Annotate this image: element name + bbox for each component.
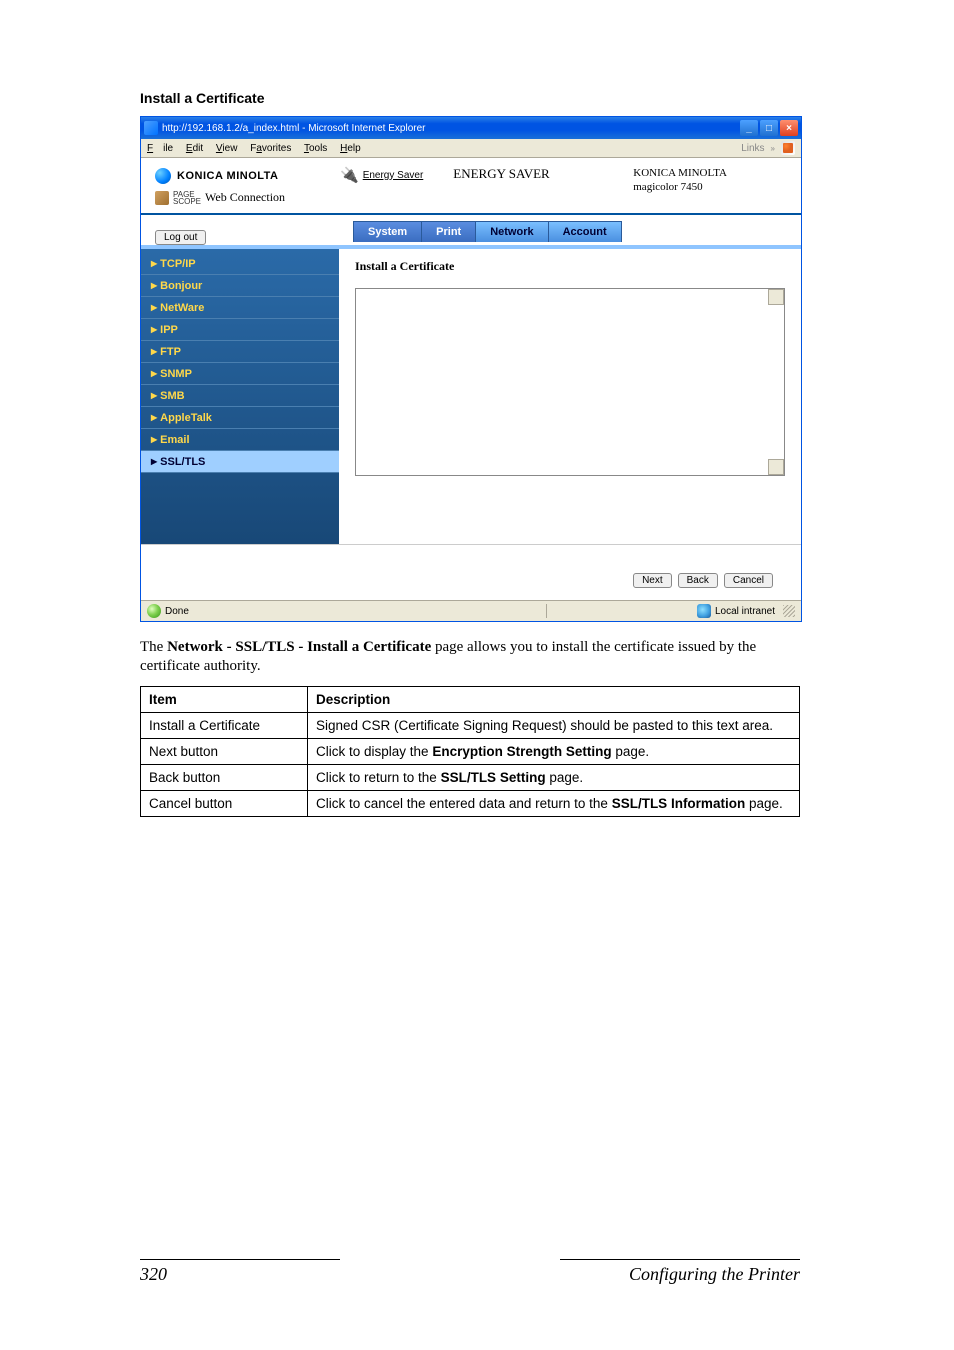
menu-help[interactable]: Help <box>340 143 361 154</box>
device-info: KONICA MINOLTA magicolor 7450 <box>633 166 787 205</box>
power-icon: 🔌 <box>340 166 359 184</box>
menu-file[interactable]: File <box>147 143 173 154</box>
links-label[interactable]: Links <box>741 143 764 154</box>
table-row: Next button Click to display the Encrypt… <box>141 739 800 765</box>
sidebar-item-netware[interactable]: ▶NetWare <box>141 297 339 319</box>
arrow-icon: ▶ <box>151 259 157 268</box>
tab-network[interactable]: Network <box>475 221 548 242</box>
window-titlebar: http://192.168.1.2/a_index.html - Micros… <box>141 117 801 139</box>
menubar: File Edit View Favorites Tools Help Link… <box>141 139 801 158</box>
done-icon <box>147 604 161 618</box>
sidebar-item-ipp[interactable]: ▶IPP <box>141 319 339 341</box>
arrow-icon: ▶ <box>151 347 157 356</box>
arrow-icon: ▶ <box>151 413 157 422</box>
arrow-icon: ▶ <box>151 303 157 312</box>
footer-section-title: Configuring the Printer <box>629 1264 800 1285</box>
sidebar-item-bonjour[interactable]: ▶Bonjour <box>141 275 339 297</box>
sidebar: ▶TCP/IP ▶Bonjour ▶NetWare ▶IPP ▶FTP ▶SNM… <box>141 249 339 544</box>
arrow-icon: ▶ <box>151 457 157 466</box>
statusbar: Done Local intranet <box>141 600 801 621</box>
energy-saver-link-text: Energy Saver <box>363 170 424 181</box>
page-title: Install a Certificate <box>355 259 785 274</box>
brand-logo: KONICA MINOLTA <box>177 170 279 182</box>
minimize-button[interactable]: _ <box>740 120 758 136</box>
energy-saver-title: ENERGY SAVER <box>453 166 549 182</box>
scroll-up-icon[interactable] <box>768 289 784 305</box>
tab-print[interactable]: Print <box>421 221 476 242</box>
window-title: http://192.168.1.2/a_index.html - Micros… <box>162 123 425 134</box>
ie-logo-icon <box>144 121 158 135</box>
energy-saver-button[interactable]: 🔌 Energy Saver <box>340 166 423 184</box>
back-button[interactable]: Back <box>678 573 718 588</box>
status-zone: Local intranet <box>715 606 775 617</box>
arrow-icon: ▶ <box>151 391 157 400</box>
menu-view[interactable]: View <box>216 143 238 154</box>
status-text: Done <box>165 606 189 617</box>
table-header-desc: Description <box>308 687 800 713</box>
scroll-down-icon[interactable] <box>768 459 784 475</box>
table-row: Cancel button Click to cancel the entere… <box>141 791 800 817</box>
table-header-item: Item <box>141 687 308 713</box>
sidebar-item-email[interactable]: ▶Email <box>141 429 339 451</box>
ie-window: http://192.168.1.2/a_index.html - Micros… <box>140 116 802 622</box>
item-description-table: Item Description Install a Certificate S… <box>140 686 800 817</box>
pagescope-label: PAGESCOPE <box>173 191 201 205</box>
sidebar-item-appletalk[interactable]: ▶AppleTalk <box>141 407 339 429</box>
arrow-icon: ▶ <box>151 325 157 334</box>
menu-tools[interactable]: Tools <box>304 143 327 154</box>
cancel-button[interactable]: Cancel <box>724 573 773 588</box>
links-chevron-icon[interactable]: » <box>771 144 775 153</box>
section-title: Install a Certificate <box>140 90 814 106</box>
sidebar-item-smb[interactable]: ▶SMB <box>141 385 339 407</box>
maximize-button[interactable]: □ <box>760 120 778 136</box>
logout-button[interactable]: Log out <box>155 230 206 245</box>
resize-grip-icon[interactable] <box>783 605 795 617</box>
sidebar-item-ssltls[interactable]: ▶SSL/TLS <box>141 451 339 473</box>
certificate-textarea[interactable] <box>355 288 785 476</box>
sidebar-item-snmp[interactable]: ▶SNMP <box>141 363 339 385</box>
arrow-icon: ▶ <box>151 281 157 290</box>
menu-edit[interactable]: Edit <box>186 143 203 154</box>
web-connection-label: Web Connection <box>205 190 285 205</box>
page-number: 320 <box>140 1264 167 1285</box>
table-row: Back button Click to return to the SSL/T… <box>141 765 800 791</box>
close-button[interactable]: × <box>780 120 798 136</box>
pagescope-icon <box>155 191 169 205</box>
menu-favorites[interactable]: Favorites <box>250 143 291 154</box>
tab-account[interactable]: Account <box>548 221 622 242</box>
intranet-icon <box>697 604 711 618</box>
description-text: The Network - SSL/TLS - Install a Certif… <box>140 638 814 676</box>
page-footer: 320 Configuring the Printer <box>140 1259 800 1285</box>
next-button[interactable]: Next <box>633 573 672 588</box>
sidebar-item-ftp[interactable]: ▶FTP <box>141 341 339 363</box>
tab-system[interactable]: System <box>353 221 422 242</box>
arrow-icon: ▶ <box>151 369 157 378</box>
globe-icon <box>155 168 171 184</box>
sidebar-item-tcpip[interactable]: ▶TCP/IP <box>141 253 339 275</box>
arrow-icon: ▶ <box>151 435 157 444</box>
table-row: Install a Certificate Signed CSR (Certif… <box>141 713 800 739</box>
ie-flag-icon <box>781 141 795 155</box>
